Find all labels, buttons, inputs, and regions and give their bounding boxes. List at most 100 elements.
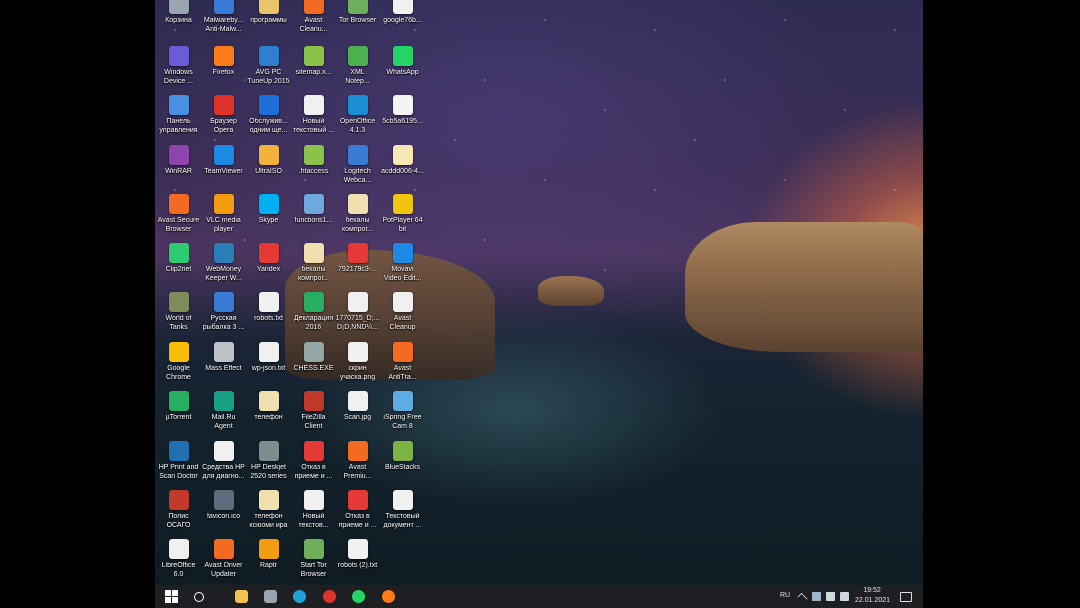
desktop-shortcut[interactable]: телефон ксюоми ира (245, 490, 292, 538)
volume-icon[interactable] (840, 592, 849, 601)
desktop-shortcut[interactable]: Avast Driver Updater (200, 539, 247, 587)
desktop-shortcut[interactable]: CHESS.EXE (290, 342, 337, 390)
desktop-shortcut[interactable]: Текстовый документ ... (379, 490, 426, 538)
desktop-shortcut[interactable]: Русская рыбалка 3 ... (200, 292, 247, 340)
desktop-shortcut[interactable]: Google Chrome (155, 342, 202, 390)
desktop-shortcut[interactable]: World of Tanks (155, 292, 202, 340)
desktop-shortcut[interactable]: Отказ в приеме и ... (290, 441, 337, 489)
shortcut-icon (303, 342, 324, 362)
desktop-shortcut[interactable]: Avast Secure Browser (155, 194, 202, 242)
shortcut-icon (392, 490, 413, 510)
opera-button[interactable] (315, 585, 343, 608)
desktop-shortcut[interactable]: бекалы компрог... (290, 243, 337, 291)
shortcut-icon (168, 441, 189, 461)
notifications-icon[interactable] (900, 592, 912, 602)
desktop-shortcut[interactable]: Средства HP для диагно... (200, 441, 247, 489)
desktop-shortcut[interactable]: Новый текстовый ... (290, 95, 337, 143)
desktop-shortcut[interactable]: 792179c3-... (334, 243, 381, 291)
desktop-shortcut[interactable]: Avast Cleanup (379, 292, 426, 340)
desktop-shortcut[interactable]: AVG PC TuneUp 2015 (245, 46, 292, 94)
shortcut-icon (392, 243, 413, 263)
desktop-shortcut[interactable]: Start Tor Browser (290, 539, 337, 587)
desktop-shortcut[interactable]: Mail.Ru Agent (200, 391, 247, 439)
chevron-up-icon[interactable] (797, 592, 808, 604)
desktop-shortcut[interactable]: .htaccess (290, 145, 337, 193)
desktop-shortcut[interactable]: sitemap.x... (290, 46, 337, 94)
shortcut-icon (213, 441, 234, 461)
desktop-shortcut[interactable]: Clip2net (155, 243, 202, 291)
desktop-shortcut[interactable]: HP Deskjet 2520 series (245, 441, 292, 489)
desktop-shortcut[interactable]: robots (2).txt (334, 539, 381, 587)
desktop-shortcut[interactable]: Браузер Opera (200, 95, 247, 143)
shortcut-label: Malwareby... Anti-Malw... (203, 17, 244, 33)
desktop-shortcut[interactable]: Firefox (200, 46, 247, 94)
clock-date[interactable]: 22.01.2021 (855, 597, 890, 605)
language-indicator[interactable]: RU (780, 592, 790, 600)
desktop-shortcut[interactable]: Tor Browser (334, 0, 381, 42)
desktop-shortcut[interactable]: Новый текстов... (290, 490, 337, 538)
desktop-shortcut[interactable]: Yandex (245, 243, 292, 291)
desktop-shortcut[interactable]: бекалы компрог... (334, 194, 381, 242)
firefox-button[interactable] (374, 585, 402, 608)
desktop-shortcut[interactable]: BlueStacks (379, 441, 426, 489)
desktop-shortcut[interactable]: Malwareby... Anti-Malw... (200, 0, 247, 42)
desktop-shortcut[interactable]: 1770715_D;... D¡D,NND¼... (334, 292, 381, 340)
desktop-shortcut[interactable]: Scan.jpg (334, 391, 381, 439)
shortcut-icon (168, 0, 189, 14)
desktop-shortcut[interactable]: Avast AntiTra... (379, 342, 426, 390)
shortcut-icon (213, 145, 234, 165)
desktop-shortcut[interactable]: iSpring Free Cam 8 (379, 391, 426, 439)
tray-app-icon[interactable] (812, 592, 821, 601)
whatsapp-button[interactable] (344, 585, 372, 608)
desktop-shortcut[interactable]: functions1... (290, 194, 337, 242)
desktop-shortcut[interactable]: wp-json.txt (245, 342, 292, 390)
desktop-shortcut[interactable]: Декларация 2016 (290, 292, 337, 340)
desktop-shortcut[interactable]: Обслужив... одним ще... (245, 95, 292, 143)
desktop-shortcut[interactable]: Корзина (155, 0, 202, 42)
edge-button[interactable] (285, 585, 313, 608)
desktop-shortcut[interactable]: Skype (245, 194, 292, 242)
desktop-shortcut[interactable]: HP Print and Scan Doctor (155, 441, 202, 489)
desktop-shortcut[interactable]: robots.txt (245, 292, 292, 340)
desktop-shortcut[interactable]: WebMoney Keeper W... (200, 243, 247, 291)
desktop-shortcut[interactable]: WinRAR (155, 145, 202, 193)
desktop-shortcut[interactable]: Raptr (245, 539, 292, 587)
desktop-shortcut[interactable]: acddd006-4... (379, 145, 426, 193)
desktop-shortcut[interactable]: µTorrent (155, 391, 202, 439)
desktop-shortcut[interactable]: favicon.ico (200, 490, 247, 538)
desktop-shortcut[interactable]: Панель управления (155, 95, 202, 143)
start-button[interactable] (157, 585, 185, 608)
shortcut-label: Logitech Webca... (343, 168, 372, 184)
desktop-shortcut[interactable]: FileZilla Client (290, 391, 337, 439)
desktop-shortcut[interactable]: google76b... (379, 0, 426, 42)
desktop-shortcut[interactable]: PotPlayer 64 bit (379, 194, 426, 242)
desktop-shortcut[interactable]: Windows Device ... (155, 46, 202, 94)
desktop-shortcut[interactable]: телефон (245, 391, 292, 439)
shortcut-label: LibreOffice 6.0 (161, 562, 196, 578)
desktop-shortcut[interactable]: OpenOffice 4.1.3 (334, 95, 381, 143)
desktop-shortcut[interactable]: программы (245, 0, 292, 42)
file-explorer-button[interactable] (227, 585, 255, 608)
desktop-shortcut[interactable]: Movavi Video Edit... (379, 243, 426, 291)
desktop-shortcut[interactable]: Avast Cleanu... (290, 0, 337, 42)
desktop-shortcut[interactable]: Отказ в приеме и ... (334, 490, 381, 538)
desktop-shortcut[interactable]: UltraISO (245, 145, 292, 193)
desktop-shortcut[interactable]: XML Notep... (334, 46, 381, 94)
desktop-shortcut[interactable]: Полис ОСАГО (155, 490, 202, 538)
calculator-button[interactable] (256, 585, 284, 608)
start-icon (164, 590, 178, 603)
desktop-shortcut[interactable]: Logitech Webca... (334, 145, 381, 193)
desktop-shortcut[interactable]: скрин учаска.png (334, 342, 381, 390)
search-button[interactable] (185, 585, 213, 608)
desktop-shortcut[interactable]: LibreOffice 6.0 (155, 539, 202, 587)
desktop-shortcut[interactable]: 5cb5a6195... (379, 95, 426, 143)
shortcut-icon (168, 194, 189, 214)
clock-time[interactable]: 19:52 (857, 587, 887, 595)
desktop-shortcut[interactable]: Mass Effect (200, 342, 247, 390)
shortcut-icon (258, 391, 279, 411)
desktop-shortcut[interactable]: TeamViewer (200, 145, 247, 193)
desktop-shortcut[interactable]: Avast Premiu... (334, 441, 381, 489)
network-icon[interactable] (826, 592, 835, 601)
desktop-shortcut[interactable]: WhatsApp (379, 46, 426, 94)
desktop-shortcut[interactable]: VLC media player (200, 194, 247, 242)
